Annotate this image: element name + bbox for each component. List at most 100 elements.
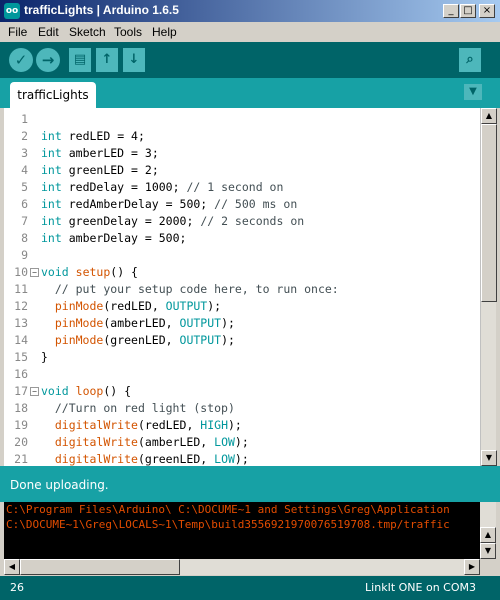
line-number: 3 (21, 146, 28, 160)
console-scroll-up-arrow-icon[interactable]: ▲ (480, 527, 496, 543)
scroll-up-arrow-icon[interactable]: ▲ (481, 108, 497, 124)
new-sketch-icon[interactable]: ▤ (69, 48, 91, 72)
save-sketch-icon[interactable]: ↓ (123, 48, 145, 72)
console-horizontal-scrollbar[interactable]: ◀ ▶ (4, 559, 480, 575)
fold-collapse-icon[interactable]: − (30, 268, 39, 277)
code-text: digitalWrite(redLED, HIGH); (54, 418, 242, 432)
code-line[interactable]: 2 int redLED = 4; (4, 128, 480, 145)
code-text: void setup() { (41, 265, 138, 279)
editor-vertical-scrollbar[interactable]: ▲ ▼ (480, 108, 497, 466)
line-number: 18 (14, 401, 28, 415)
menu-sketch[interactable]: Sketch (69, 25, 106, 39)
code-text: // put your setup code here, to run once… (54, 282, 339, 296)
line-number: 12 (14, 299, 28, 313)
code-line[interactable]: 15} (4, 349, 480, 366)
fold-collapse-icon[interactable]: − (30, 387, 39, 396)
line-number: 6 (21, 197, 28, 211)
code-line[interactable]: 4 int greenLED = 2; (4, 162, 480, 179)
code-text: pinMode(amberLED, OUTPUT); (54, 316, 235, 330)
board-port-label: LinkIt ONE on COM3 (365, 581, 476, 594)
code-text: digitalWrite(greenLED, LOW); (54, 452, 249, 466)
menu-tools[interactable]: Tools (114, 25, 142, 39)
console-output: C:\Program Files\Arduino\ C:\DOCUME~1 an… (0, 502, 480, 559)
scroll-right-arrow-icon[interactable]: ▶ (464, 559, 480, 575)
code-text: int amberDelay = 500; (41, 231, 187, 245)
code-text: int amberLED = 3; (41, 146, 159, 160)
scroll-down-arrow-icon[interactable]: ▼ (481, 450, 497, 466)
code-line[interactable]: 8 int amberDelay = 500; (4, 230, 480, 247)
code-editor[interactable]: 1 2 int redLED = 4; 3 int amberLED = 3; 4 int … (0, 108, 480, 466)
code-line[interactable]: 13 pinMode(amberLED, OUTPUT); (4, 315, 480, 332)
line-number: 17 (14, 384, 28, 398)
console-line: C:\DOCUME~1\Greg\LOCALS~1\Temp\build3556… (6, 518, 450, 531)
code-text: int greenLED = 2; (41, 163, 159, 177)
menu-bar: File Edit Sketch Tools Help (0, 22, 500, 42)
line-number: 21 (14, 452, 28, 466)
status-message: Done uploading. (10, 478, 109, 492)
console-scroll-down-arrow-icon[interactable]: ▼ (480, 543, 496, 559)
line-number: 14 (14, 333, 28, 347)
line-number: 16 (14, 367, 28, 381)
console-line: C:\Program Files\Arduino\ C:\DOCUME~1 an… (6, 503, 450, 516)
code-text: int redLED = 4; (41, 129, 145, 143)
code-line[interactable]: 9 (4, 247, 480, 264)
code-line[interactable]: 5 int redDelay = 1000; // 1 second on (4, 179, 480, 196)
code-line[interactable]: 3 int amberLED = 3; (4, 145, 480, 162)
code-text: void loop() { (41, 384, 132, 398)
code-text: int greenDelay = 2000; // 2 seconds on (41, 214, 305, 228)
code-line[interactable]: 7 int greenDelay = 2000; // 2 seconds on (4, 213, 480, 230)
code-text: pinMode(greenLED, OUTPUT); (54, 333, 235, 347)
line-number: 11 (14, 282, 28, 296)
line-number: 13 (14, 316, 28, 330)
arduino-logo-icon: oo (4, 3, 20, 19)
line-number: 9 (21, 248, 28, 262)
code-line[interactable]: 16 (4, 366, 480, 383)
minimize-button[interactable]: _ (443, 4, 459, 18)
code-line[interactable]: 1 (4, 111, 480, 128)
current-line-number: 26 (10, 581, 24, 594)
menu-help[interactable]: Help (152, 25, 177, 39)
code-text: int redAmberDelay = 500; // 500 ms on (41, 197, 298, 211)
code-line[interactable]: 18 //Turn on red light (stop) (4, 400, 480, 417)
line-number: 19 (14, 418, 28, 432)
line-number: 15 (14, 350, 28, 364)
title-bar: oo trafficLights | Arduino 1.6.5 _ □ × (0, 0, 500, 22)
line-number: 10 (14, 265, 28, 279)
scroll-thumb[interactable] (481, 124, 497, 302)
code-line[interactable]: 21 digitalWrite(greenLED, LOW); (4, 451, 480, 466)
serial-monitor-icon[interactable]: ⌕ (459, 48, 481, 72)
line-number: 20 (14, 435, 28, 449)
console-vertical-scrollbar[interactable]: ▲ ▼ (480, 502, 496, 559)
menu-edit[interactable]: Edit (38, 25, 59, 39)
window-title: trafficLights | Arduino 1.6.5 (24, 3, 179, 17)
code-line[interactable]: 14 pinMode(greenLED, OUTPUT); (4, 332, 480, 349)
menu-file[interactable]: File (8, 25, 27, 39)
open-sketch-icon[interactable]: ↑ (96, 48, 118, 72)
code-line[interactable]: 20 digitalWrite(amberLED, LOW); (4, 434, 480, 451)
verify-icon[interactable]: ✓ (9, 48, 33, 72)
status-bar: Done uploading. (0, 466, 500, 502)
toolbar: ✓ → ▤ ↑ ↓ ⌕ (0, 42, 500, 78)
line-number: 4 (21, 163, 28, 177)
code-line[interactable]: 12 pinMode(redLED, OUTPUT); (4, 298, 480, 315)
footer-bar: 26 LinkIt ONE on COM3 (0, 576, 500, 600)
scroll-left-arrow-icon[interactable]: ◀ (4, 559, 20, 575)
line-number: 7 (21, 214, 28, 228)
code-line[interactable]: 17− void loop() { (4, 383, 480, 400)
tab-strip: trafficLights ▼ (0, 78, 500, 108)
upload-icon[interactable]: → (36, 48, 60, 72)
line-number: 5 (21, 180, 28, 194)
code-text: } (41, 350, 48, 364)
close-button[interactable]: × (479, 4, 495, 18)
code-line[interactable]: 19 digitalWrite(redLED, HIGH); (4, 417, 480, 434)
code-text: digitalWrite(amberLED, LOW); (54, 435, 249, 449)
tab-trafficlights[interactable]: trafficLights (10, 82, 96, 108)
code-line[interactable]: 6 int redAmberDelay = 500; // 500 ms on (4, 196, 480, 213)
maximize-button[interactable]: □ (460, 4, 476, 18)
code-line[interactable]: 10− void setup() { (4, 264, 480, 281)
code-text: int redDelay = 1000; // 1 second on (41, 180, 284, 194)
code-text: //Turn on red light (stop) (54, 401, 235, 415)
tab-menu-chevron-down-icon[interactable]: ▼ (464, 84, 482, 100)
horizontal-scroll-thumb[interactable] (20, 559, 180, 575)
code-line[interactable]: 11 // put your setup code here, to run o… (4, 281, 480, 298)
